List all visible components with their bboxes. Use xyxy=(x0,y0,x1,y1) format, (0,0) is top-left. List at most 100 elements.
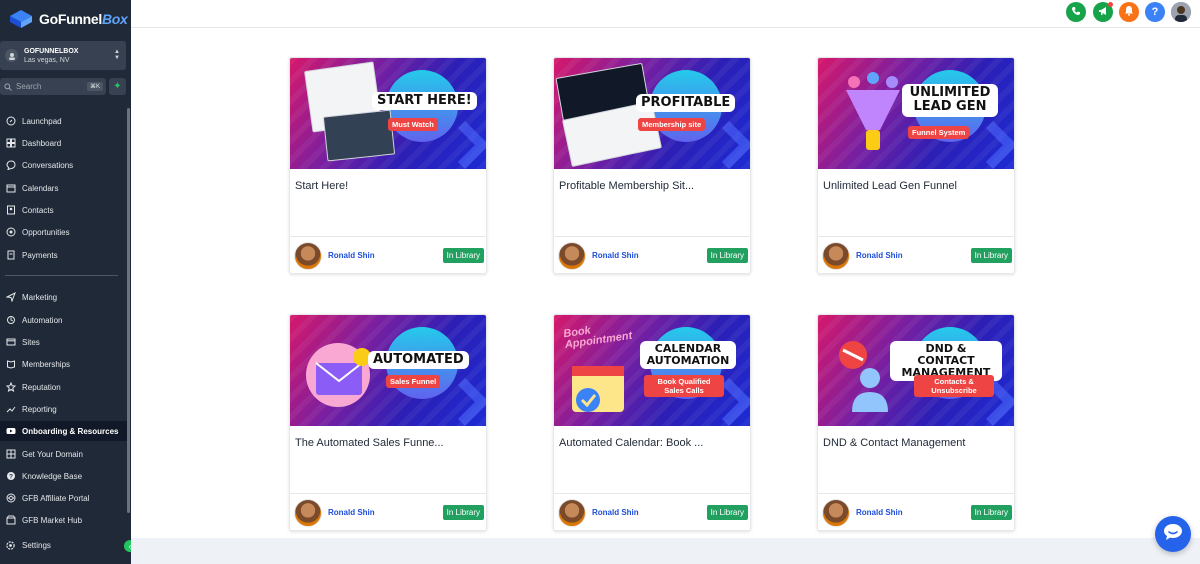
thumbnail-headline: AUTOMATED xyxy=(368,351,469,370)
search-input[interactable]: Search xyxy=(16,82,83,91)
sidebar-item-gfb-affiliate-portal[interactable]: GFB Affiliate Portal xyxy=(0,488,128,508)
payments-icon xyxy=(5,250,16,261)
course-thumbnail[interactable]: Book Appointment CALENDAR AUTOMATION Book … xyxy=(554,315,750,426)
course-card[interactable]: PROFITABLE Membership site Profitable Memb… xyxy=(553,57,751,274)
thumbnail-subtitle: Must Watch xyxy=(388,118,438,131)
search-box[interactable]: Search ⌘K xyxy=(0,78,106,95)
chat-widget-button[interactable] xyxy=(1155,516,1191,552)
author-name[interactable]: Ronald Shin xyxy=(328,251,443,260)
in-library-badge[interactable]: In Library xyxy=(706,248,748,263)
sidebar-divider xyxy=(5,275,118,276)
search-shortcut: ⌘K xyxy=(86,82,103,91)
card-title[interactable]: DND & Contact Management xyxy=(823,437,965,449)
author-avatar xyxy=(558,241,586,270)
thumbnail-subtitle: Sales Funnel xyxy=(386,375,441,388)
sidebar-item-payments[interactable]: Payments xyxy=(0,245,128,265)
in-library-badge[interactable]: In Library xyxy=(706,505,748,520)
ai-spark-button[interactable]: ✦ xyxy=(109,78,126,95)
sidebar-item-contacts[interactable]: Contacts xyxy=(0,200,128,220)
sidebar-item-onboarding-resources[interactable]: Onboarding & Resources xyxy=(0,421,128,441)
course-card[interactable]: DND & CONTACT MANAGEMENT Contacts & Unsub… xyxy=(817,314,1015,531)
thumbnail-subtitle: Contacts & Unsubscribe xyxy=(914,375,994,397)
course-card[interactable]: AUTOMATED Sales Funnel The Automated Sales… xyxy=(289,314,487,531)
notification-dot xyxy=(1108,2,1113,7)
author-avatar xyxy=(822,241,850,270)
sidebar-item-dashboard[interactable]: Dashboard xyxy=(0,133,128,153)
course-thumbnail[interactable]: START HERE! Must Watch xyxy=(290,58,486,169)
sidebar-item-label: GFB Affiliate Portal xyxy=(22,493,90,503)
sidebar-item-marketing[interactable]: Marketing xyxy=(0,287,128,307)
in-library-badge[interactable]: In Library xyxy=(970,505,1012,520)
sidebar-scrollbar[interactable] xyxy=(127,108,130,513)
sidebar-item-label: Reporting xyxy=(22,404,57,414)
user-avatar[interactable] xyxy=(1171,2,1191,22)
in-library-badge[interactable]: In Library xyxy=(442,248,484,263)
thumbnail-headline: START HERE! xyxy=(372,92,477,111)
globe-icon xyxy=(5,337,16,348)
card-title[interactable]: Profitable Membership Sit... xyxy=(559,180,694,192)
author-name[interactable]: Ronald Shin xyxy=(328,508,443,517)
sidebar-item-reputation[interactable]: Reputation xyxy=(0,377,128,397)
sidebar-item-label: Automation xyxy=(22,315,63,325)
author-name[interactable]: Ronald Shin xyxy=(592,508,707,517)
announcements-button[interactable] xyxy=(1093,2,1113,22)
sidebar-item-automation[interactable]: Automation xyxy=(0,310,128,330)
sidebar-item-label: Calendars xyxy=(22,183,59,193)
author-name[interactable]: Ronald Shin xyxy=(856,508,971,517)
sidebar-item-label: GFB Market Hub xyxy=(22,515,83,525)
logo-mark-icon xyxy=(8,9,34,29)
brand-logo[interactable]: GoFunnelBox xyxy=(8,8,128,30)
card-title[interactable]: Unlimited Lead Gen Funnel xyxy=(823,180,957,192)
in-library-badge[interactable]: In Library xyxy=(970,248,1012,263)
star-icon xyxy=(5,382,16,393)
thumbnail-subtitle: Funnel System xyxy=(908,126,970,139)
card-title[interactable]: Automated Calendar: Book ... xyxy=(559,437,703,449)
thumbnail-headline: UNLIMITED LEAD GEN xyxy=(902,84,998,117)
course-thumbnail[interactable]: DND & CONTACT MANAGEMENT Contacts & Unsub… xyxy=(818,315,1014,426)
sidebar-item-conversations[interactable]: Conversations xyxy=(0,155,128,175)
sidebar-item-label: Payments xyxy=(22,250,58,260)
phone-button[interactable] xyxy=(1066,2,1086,22)
author-name[interactable]: Ronald Shin xyxy=(592,251,707,260)
course-card[interactable]: START HERE! Must Watch Start Here! Ronald S… xyxy=(289,57,487,274)
user-avatar-icon xyxy=(1171,2,1191,22)
course-card[interactable]: Book Appointment CALENDAR AUTOMATION Book … xyxy=(553,314,751,531)
help-button[interactable]: ? xyxy=(1145,2,1165,22)
sidebar-item-calendars[interactable]: Calendars xyxy=(0,178,128,198)
handshake-icon xyxy=(5,493,16,504)
course-thumbnail[interactable]: PROFITABLE Membership site xyxy=(554,58,750,169)
calendar-icon xyxy=(5,183,16,194)
sidebar: GoFunnelBox GOFUNNELBOX Las vegas, NV ▲ ▼… xyxy=(0,0,136,564)
thumbnail-headline: CALENDAR AUTOMATION xyxy=(640,341,736,370)
sidebar-item-settings[interactable]: Settings xyxy=(0,535,128,555)
in-library-badge[interactable]: In Library xyxy=(442,505,484,520)
sidebar-item-label: Memberships xyxy=(22,359,71,369)
sidebar-item-knowledge-base[interactable]: ? Knowledge Base xyxy=(0,466,128,486)
card-title[interactable]: Start Here! xyxy=(295,180,348,192)
author-avatar xyxy=(558,498,586,527)
send-icon xyxy=(5,292,16,303)
account-name: GOFUNNELBOX xyxy=(24,47,79,55)
bell-icon xyxy=(1124,5,1134,19)
sidebar-item-label: Opportunities xyxy=(22,227,70,237)
card-footer: Ronald Shin In Library xyxy=(818,493,1014,530)
sidebar-item-opportunities[interactable]: Opportunities xyxy=(0,222,128,242)
notifications-button[interactable] xyxy=(1119,2,1139,22)
sidebar-item-reporting[interactable]: Reporting xyxy=(0,399,128,419)
sidebar-item-memberships[interactable]: Memberships xyxy=(0,354,128,374)
course-card[interactable]: UNLIMITED LEAD GEN Funnel System Unlimited… xyxy=(817,57,1015,274)
sidebar-item-gfb-market-hub[interactable]: GFB Market Hub xyxy=(0,510,128,530)
account-location: Las vegas, NV xyxy=(24,56,70,64)
sidebar-item-launchpad[interactable]: Launchpad xyxy=(0,111,128,131)
chat-icon xyxy=(5,160,16,171)
account-switcher[interactable]: GOFUNNELBOX Las vegas, NV ▲ ▼ xyxy=(0,41,126,70)
sidebar-item-get-your-domain[interactable]: Get Your Domain xyxy=(0,444,128,464)
course-thumbnail[interactable]: UNLIMITED LEAD GEN Funnel System xyxy=(818,58,1014,169)
topbar: ? xyxy=(131,0,1200,28)
card-title[interactable]: The Automated Sales Funne... xyxy=(295,437,444,449)
course-thumbnail[interactable]: AUTOMATED Sales Funnel xyxy=(290,315,486,426)
author-name[interactable]: Ronald Shin xyxy=(856,251,971,260)
sidebar-item-sites[interactable]: Sites xyxy=(0,332,128,352)
youtube-icon xyxy=(5,426,16,437)
sidebar-item-label: Get Your Domain xyxy=(22,449,83,459)
